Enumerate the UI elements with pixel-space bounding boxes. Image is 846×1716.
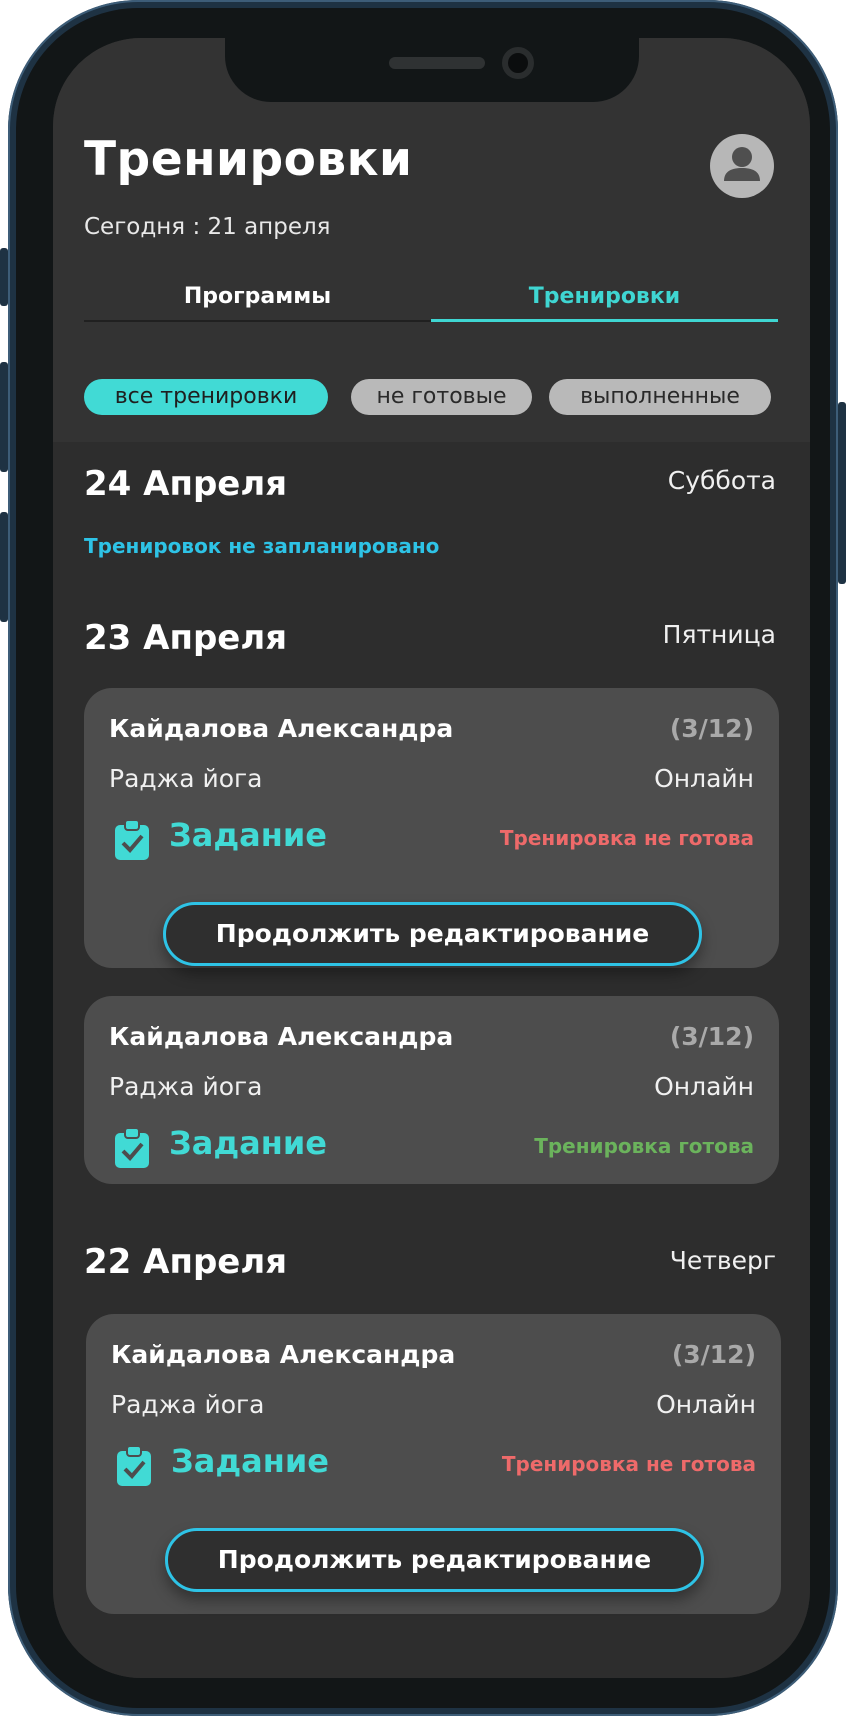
filter-all[interactable]: все тренировки [84, 379, 328, 415]
day-date: 23 Апреля [84, 618, 288, 658]
workout-mode: Онлайн [656, 1390, 756, 1419]
workout-mode: Онлайн [654, 764, 754, 793]
workout-mode: Онлайн [654, 1072, 754, 1101]
day-date: 22 Апреля [84, 1242, 288, 1282]
page-title: Тренировки [84, 132, 413, 187]
phone-frame: Тренировки Сегодня : 21 апреля Программы… [0, 0, 846, 1716]
notch [225, 38, 639, 102]
day-weekday: Четверг [669, 1246, 776, 1275]
task-link[interactable]: Задание [171, 1442, 329, 1480]
front-camera [502, 47, 534, 79]
day-date: 24 Апреля [84, 464, 288, 504]
filter-completed[interactable]: выполненные [549, 379, 771, 415]
continue-editing-button[interactable]: Продолжить редактирование [163, 902, 702, 966]
status-badge: Тренировка не готова [499, 826, 754, 850]
tab-programs[interactable]: Программы [84, 284, 431, 322]
tab-bar: Программы Тренировки [84, 284, 778, 322]
session-count: (3/12) [671, 1340, 756, 1369]
session-count: (3/12) [669, 1022, 754, 1051]
status-badge: Тренировка не готова [501, 1452, 756, 1476]
task-link[interactable]: Задание [169, 1124, 327, 1162]
workout-card[interactable]: Кайдалова Александра (3/12) Раджа йога О… [86, 1314, 781, 1614]
continue-editing-button[interactable]: Продолжить редактирование [165, 1528, 704, 1592]
today-date: Сегодня : 21 апреля [84, 214, 331, 240]
app-header: Тренировки Сегодня : 21 апреля Программы… [53, 38, 810, 442]
user-avatar-icon[interactable] [710, 134, 774, 198]
mute-switch [0, 248, 8, 306]
session-count: (3/12) [669, 714, 754, 743]
workout-type: Раджа йога [109, 764, 263, 793]
filter-not-ready[interactable]: не готовые [351, 379, 532, 415]
volume-down-button [0, 512, 8, 622]
workout-type: Раджа йога [109, 1072, 263, 1101]
empty-day-message: Тренировок не запланировано [84, 534, 440, 558]
client-name: Кайдалова Александра [109, 714, 454, 743]
workout-list: 24 Апреля Суббота Тренировок не запланир… [53, 442, 810, 1678]
clipboard-check-icon [115, 1128, 149, 1168]
client-name: Кайдалова Александра [111, 1340, 456, 1369]
app-screen: Тренировки Сегодня : 21 апреля Программы… [53, 38, 810, 1678]
day-weekday: Пятница [662, 620, 776, 649]
power-button [838, 402, 846, 584]
speaker [389, 57, 485, 69]
day-weekday: Суббота [667, 466, 776, 495]
client-name: Кайдалова Александра [109, 1022, 454, 1051]
task-link[interactable]: Задание [169, 816, 327, 854]
workout-card[interactable]: Кайдалова Александра (3/12) Раджа йога О… [84, 688, 779, 968]
workout-card[interactable]: Кайдалова Александра (3/12) Раджа йога О… [84, 996, 779, 1184]
status-badge: Тренировка готова [534, 1134, 754, 1158]
workout-type: Раджа йога [111, 1390, 265, 1419]
clipboard-check-icon [117, 1446, 151, 1486]
volume-up-button [0, 362, 8, 472]
tab-workouts[interactable]: Тренировки [431, 284, 778, 322]
clipboard-check-icon [115, 820, 149, 860]
